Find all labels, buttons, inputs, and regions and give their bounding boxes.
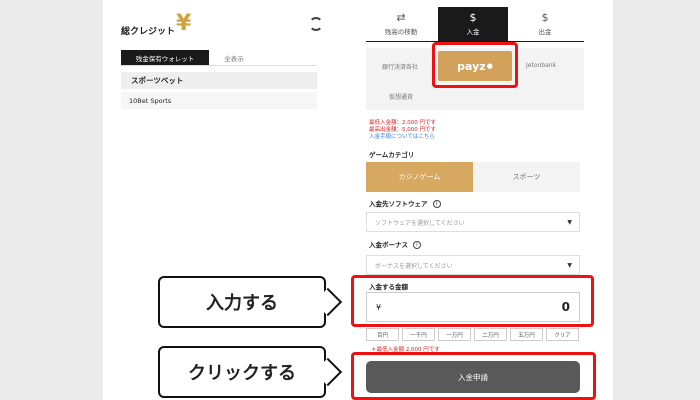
bonus-label-row: 入金ボーナス i (369, 239, 421, 249)
method-jetonbank[interactable]: Jetonbank (526, 62, 556, 69)
tab-withdraw-label: 出金 (538, 28, 552, 36)
total-credit-title: 総クレジット (121, 27, 176, 37)
dollar-icon: $ (541, 11, 549, 24)
callout-input-text: 入力する (206, 293, 278, 314)
transfer-icon: ⇄ (396, 11, 406, 24)
submit-highlight (351, 352, 596, 400)
quick-amount-button[interactable]: 百円 (366, 328, 399, 341)
wallet-row-10bet-sports[interactable]: 10Bet Sports (121, 92, 317, 109)
software-select[interactable]: ソフトウェアを選択してください ▼ (366, 212, 580, 232)
category-sports[interactable]: スポーツ (473, 162, 580, 192)
quick-amount-button[interactable]: 一千円 (402, 328, 435, 341)
method-bank[interactable]: 銀行決済各社 (382, 62, 418, 71)
info-icon[interactable]: i (413, 241, 421, 249)
refresh-icon[interactable] (309, 17, 323, 31)
method-crypto[interactable]: 仮想通貨 (389, 92, 413, 101)
caret-down-icon: ▼ (567, 262, 572, 269)
callout-click-text: クリックする (188, 363, 296, 384)
deposit-guide-link[interactable]: 入金手順についてはこちら (369, 132, 435, 140)
yen-icon: ¥ (176, 11, 192, 36)
clear-button[interactable]: クリア (546, 328, 579, 341)
tab-show-all[interactable]: 全表示 (209, 50, 259, 65)
bonus-select[interactable]: ボーナスを選択してください ▼ (366, 255, 580, 275)
quick-amount-button[interactable]: 二万円 (474, 328, 507, 341)
dollar-icon: $ (469, 11, 477, 24)
callout-input: 入力する (158, 276, 343, 328)
amount-highlight (351, 275, 594, 327)
quick-amount-button[interactable]: 五万円 (510, 328, 543, 341)
tab-wallet-with-balance[interactable]: 残金保有ウォレット (121, 50, 209, 65)
tab-deposit[interactable]: $ 入金 (438, 7, 508, 41)
info-icon[interactable]: i (432, 200, 441, 208)
software-placeholder: ソフトウェアを選択してください (375, 219, 465, 227)
sports-bet-header: スポーツベット (121, 72, 317, 89)
bonus-label: 入金ボーナス (369, 241, 408, 249)
tab-transfer-label: 残高の移動 (384, 28, 418, 36)
category-casino[interactable]: カジノゲーム (366, 162, 473, 192)
wallet-tab-divider (121, 65, 317, 66)
caret-down-icon: ▼ (567, 219, 572, 226)
game-category-label: ゲームカテゴリ (369, 151, 415, 159)
software-label-row: 入金先ソフトウェア i (369, 198, 441, 208)
tab-deposit-label: 入金 (466, 28, 480, 36)
bonus-placeholder: ボーナスを選択してください (375, 262, 453, 270)
tab-withdraw[interactable]: $ 出金 (510, 7, 580, 41)
callout-click: クリックする (158, 346, 343, 398)
payz-highlight (432, 42, 518, 88)
quick-amount-button[interactable]: 一万円 (438, 328, 471, 341)
software-label: 入金先ソフトウェア (369, 200, 428, 208)
tab-transfer[interactable]: ⇄ 残高の移動 (366, 7, 436, 41)
